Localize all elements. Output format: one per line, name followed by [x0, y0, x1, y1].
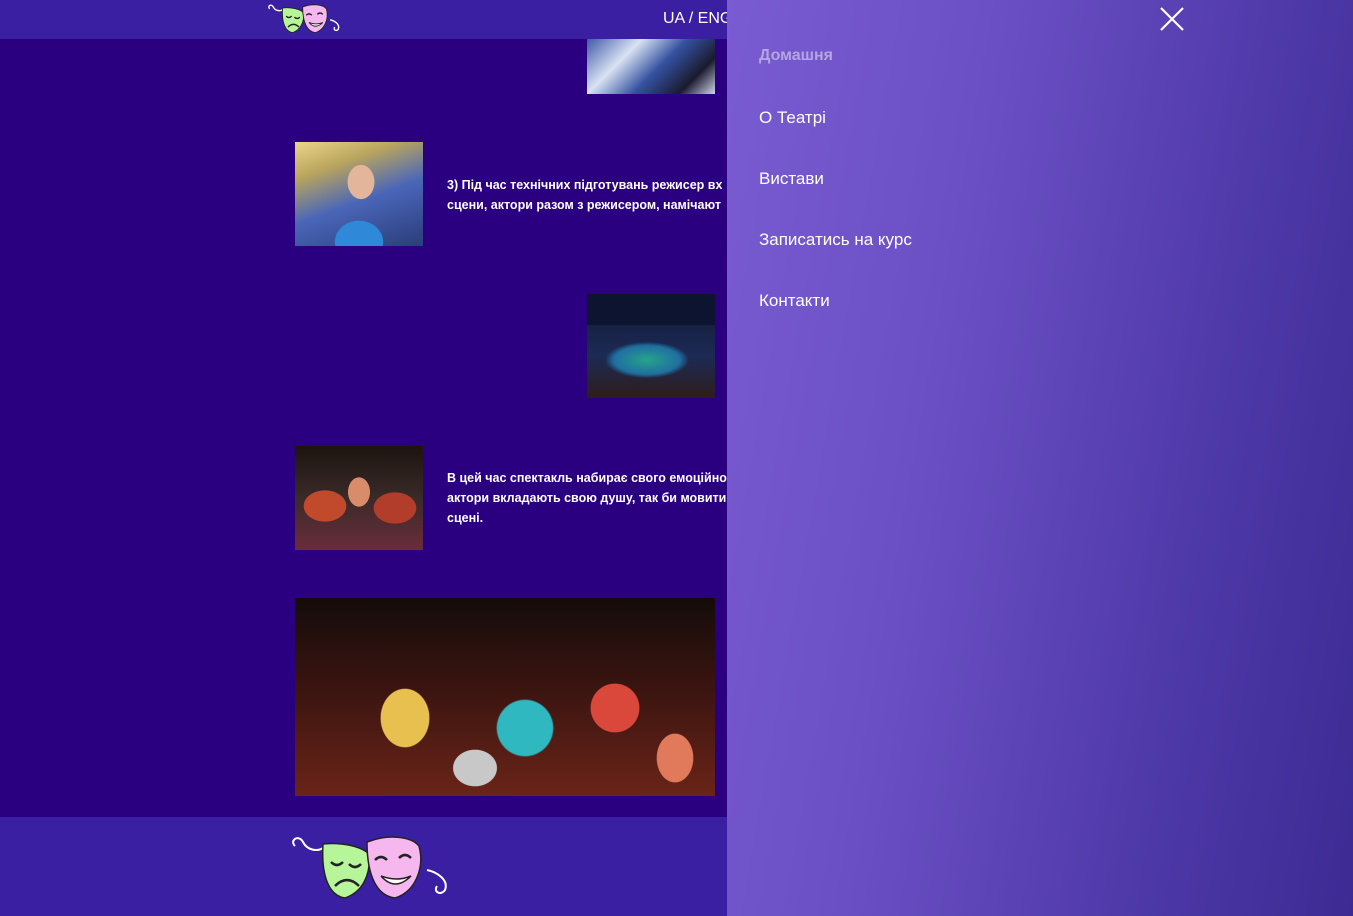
close-icon[interactable] — [1159, 6, 1185, 32]
paragraph-line: 3) Під час технічних підготувань режисер… — [447, 178, 723, 192]
paragraph-line: сцені. — [447, 511, 484, 525]
menu-item-home[interactable]: Домашня — [759, 47, 833, 65]
paragraph-performance: В цей час спектакль набирає свого емоцій… — [447, 468, 727, 528]
menu-item-contacts[interactable]: Контакти — [759, 291, 830, 311]
stage-photo — [587, 294, 715, 398]
menu-item-performances[interactable]: Вистави — [759, 169, 824, 189]
theatre-masks-icon[interactable] — [287, 832, 453, 900]
paragraph-line: В цей час спектакль набирає свого емоцій… — [447, 471, 727, 485]
language-switch[interactable]: UA / ENG — [663, 10, 732, 28]
carnival-photo — [295, 598, 715, 796]
theatre-masks-icon[interactable] — [266, 2, 342, 34]
side-menu — [727, 0, 1353, 916]
rehearsal-photo-1 — [587, 39, 715, 94]
rehearsal-photo-2 — [295, 142, 423, 246]
menu-item-enroll[interactable]: Записатись на курс — [759, 230, 912, 250]
paragraph-line: сцени, актори разом з режисером, намічаю… — [447, 198, 721, 212]
paragraph-technical-prep: 3) Під час технічних підготувань режисер… — [447, 175, 722, 215]
paragraph-line: актори вкладають свою душу, так би мовит… — [447, 491, 727, 505]
menu-item-about[interactable]: О Театрі — [759, 108, 826, 128]
performance-photo — [295, 446, 423, 550]
